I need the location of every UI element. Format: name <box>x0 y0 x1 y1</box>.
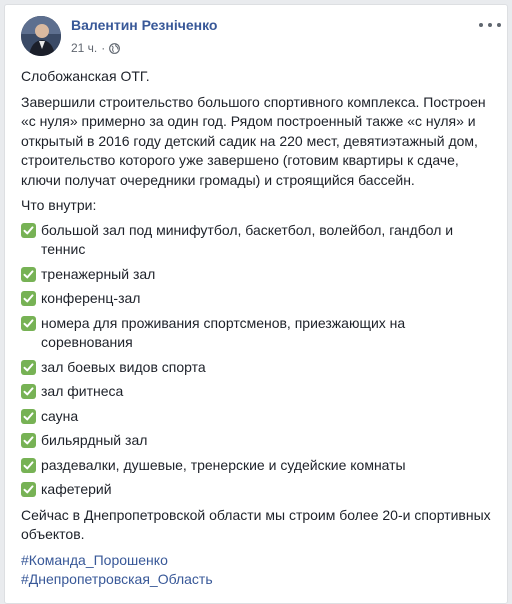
list-item: кафетерий <box>21 480 497 500</box>
features-list: большой зал под минифутбол, баскетбол, в… <box>21 221 497 500</box>
check-mark-emoji-icon <box>21 408 36 424</box>
check-mark-emoji-icon <box>21 266 36 282</box>
more-dot <box>497 23 501 27</box>
list-item: бильярдный зал <box>21 431 497 451</box>
check-mark-emoji-icon <box>21 433 36 448</box>
post-timestamp[interactable]: 21 ч. <box>71 41 97 55</box>
check-mark-emoji-icon <box>21 222 36 238</box>
list-item: зал боевых видов спорта <box>21 358 497 378</box>
list-heading: Что внутри: <box>21 197 97 213</box>
hashtag-link[interactable]: #Команда_Порошенко <box>21 551 497 571</box>
list-item: номера для проживания спортсменов, приез… <box>21 314 497 353</box>
list-item-text: тренажерный зал <box>41 265 156 282</box>
globe-icon[interactable] <box>109 42 121 54</box>
meta-separator: · <box>101 41 106 55</box>
hashtags: #Команда_Порошенко #Днепропетровская_Обл… <box>21 551 497 590</box>
post-card: Валентин Резніченко 21 ч. · Слобожанская… <box>4 4 508 604</box>
more-dot <box>488 23 492 27</box>
list-item-text: номера для проживания спортсменов, приез… <box>41 314 406 351</box>
avatar-photo <box>21 16 61 56</box>
list-item: сауна <box>21 407 497 427</box>
list-item: зал фитнеса <box>21 382 497 402</box>
post-closing: Сейчас в Днепропетровской области мы стр… <box>21 506 491 543</box>
list-item-text: зал фитнеса <box>41 383 124 399</box>
list-item: конференц-зал <box>21 289 497 309</box>
check-mark-emoji-icon <box>21 315 36 331</box>
check-mark-emoji-icon <box>21 482 36 497</box>
list-item-text: конференц-зал <box>41 290 141 306</box>
post-content: Слобожанская ОТГ. Завершили строительств… <box>21 67 497 590</box>
more-options-icon[interactable] <box>479 18 501 32</box>
list-item-text: бильярдный зал <box>41 432 148 448</box>
author-name[interactable]: Валентин Резніченко <box>71 17 217 33</box>
hashtag-link[interactable]: #Днепропетровская_Область <box>21 570 497 590</box>
more-dot <box>479 23 483 27</box>
list-item-text: раздевалки, душевые, тренерские и судейс… <box>41 456 406 473</box>
post-intro: Слобожанская ОТГ. <box>21 68 150 84</box>
list-item: тренажерный зал <box>21 265 497 285</box>
list-item: большой зал под минифутбол, баскетбол, в… <box>21 221 497 260</box>
check-mark-emoji-icon <box>21 359 36 375</box>
post-meta: 21 ч. · <box>71 41 121 55</box>
list-item: раздевалки, душевые, тренерские и судейс… <box>21 456 497 476</box>
check-mark-emoji-icon <box>21 457 36 473</box>
post-header: Валентин Резніченко 21 ч. · <box>21 16 501 60</box>
check-mark-emoji-icon <box>21 291 36 306</box>
list-item-text: зал боевых видов спорта <box>41 358 206 375</box>
check-mark-emoji-icon <box>21 384 36 399</box>
list-item-text: сауна <box>41 407 79 424</box>
list-item-text: большой зал под минифутбол, баскетбол, в… <box>41 221 454 258</box>
list-item-text: кафетерий <box>41 481 112 497</box>
post-body: Завершили строительство большого спортив… <box>21 93 486 188</box>
avatar[interactable] <box>21 16 61 56</box>
